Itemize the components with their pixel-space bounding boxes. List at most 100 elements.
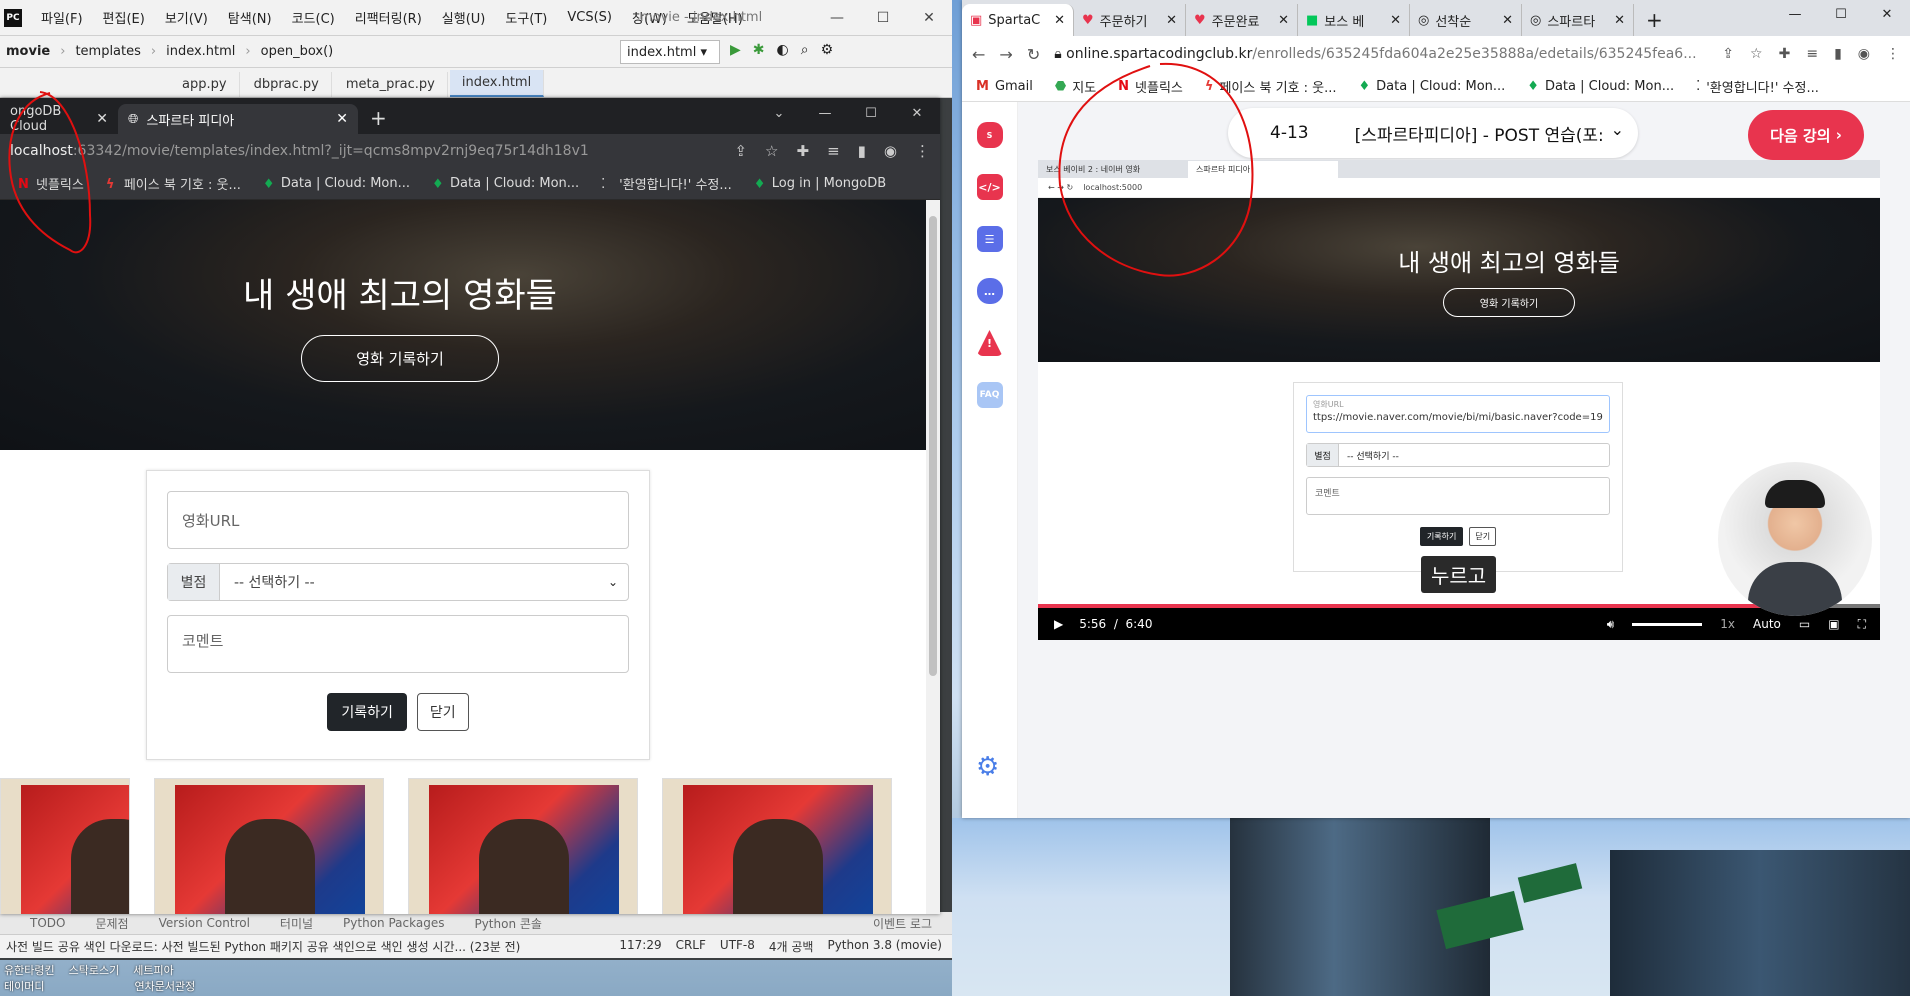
breadcrumb-folder[interactable]: templates xyxy=(75,44,140,59)
ide-menu-tools[interactable]: 도구(T) xyxy=(496,8,556,27)
chevron-down-icon[interactable]: ⌄ xyxy=(1611,120,1624,139)
address-url[interactable]: localhost:63342/movie/templates/index.ht… xyxy=(10,143,589,159)
gear-icon[interactable]: ⚙ xyxy=(821,42,834,58)
tool-todo[interactable]: TODO xyxy=(30,916,65,930)
next-lecture-button[interactable]: 다음 강의 › xyxy=(1748,110,1864,160)
breadcrumb-project[interactable]: movie xyxy=(6,44,50,59)
scrollbar-thumb[interactable] xyxy=(929,216,937,676)
right-tab-first-come[interactable]: ◎ 선착순 ✕ xyxy=(1410,4,1522,36)
ide-menu-file[interactable]: 파일(F) xyxy=(32,8,92,27)
status-interpreter[interactable]: Python 3.8 (movie) xyxy=(827,938,942,955)
ide-menu-code[interactable]: 코드(C) xyxy=(283,8,344,27)
bookmark-mongodb-login[interactable]: ♦ Log in | MongoDB xyxy=(754,176,886,192)
reload-icon[interactable]: ↻ xyxy=(1027,45,1040,64)
more-icon[interactable]: ⋮ xyxy=(1886,46,1900,62)
volume-icon[interactable]: 🔊︎ xyxy=(1607,617,1615,632)
pycharm-logo-icon[interactable]: PC xyxy=(4,8,22,27)
left-tab-mongodb[interactable]: ongoDB Cloud ✕ xyxy=(0,104,118,134)
bookmark-netflix[interactable]: N 넷플릭스 xyxy=(1118,77,1183,96)
breadcrumb-function[interactable]: open_box() xyxy=(261,44,334,59)
sidepanel-icon[interactable]: ▮ xyxy=(1834,46,1842,62)
maximize-icon[interactable]: ☐ xyxy=(1818,0,1864,28)
close-tab-icon[interactable]: ✕ xyxy=(1054,13,1065,28)
status-line-ending[interactable]: CRLF xyxy=(676,938,706,955)
status-encoding[interactable]: UTF-8 xyxy=(720,938,755,955)
ide-menu-navigate[interactable]: 탐색(N) xyxy=(219,8,281,27)
save-button[interactable]: 기록하기 xyxy=(327,693,407,731)
right-tab-spartapedia[interactable]: ◎ 스파르타 ✕ xyxy=(1522,4,1634,36)
movie-poster[interactable] xyxy=(662,778,892,914)
tool-problems[interactable]: 문제점 xyxy=(95,915,128,932)
status-indent[interactable]: 4개 공백 xyxy=(769,938,814,955)
volume-slider[interactable] xyxy=(1632,622,1703,626)
right-tab-order[interactable]: ♥ 주문하기 ✕ xyxy=(1074,4,1186,36)
reading-list-icon[interactable]: ≡ xyxy=(827,142,840,160)
tab-app-py[interactable]: app.py xyxy=(170,72,240,97)
star-icon[interactable]: ☆ xyxy=(1750,46,1763,62)
coverage-icon[interactable]: ◐ xyxy=(777,42,789,58)
new-tab-icon[interactable]: + xyxy=(358,106,399,134)
tab-index-html[interactable]: index.html xyxy=(449,70,545,97)
status-position[interactable]: 117:29 xyxy=(619,938,661,955)
profile-avatar[interactable]: ◉ xyxy=(884,142,897,160)
bookmark-gmail[interactable]: M Gmail xyxy=(976,79,1033,94)
forward-icon[interactable]: → xyxy=(999,45,1012,64)
movie-poster[interactable] xyxy=(154,778,384,914)
chat-icon[interactable]: … xyxy=(976,278,1003,304)
close-icon[interactable]: ✕ xyxy=(1864,0,1910,28)
tool-terminal[interactable]: 터미널 xyxy=(280,915,313,932)
document-icon[interactable]: ☰ xyxy=(976,226,1003,252)
right-tab-order-done[interactable]: ♥ 주문완료 ✕ xyxy=(1186,4,1298,36)
playback-speed[interactable]: 1x xyxy=(1720,617,1735,631)
bookmark-mongo-cloud-2[interactable]: ♦ Data | Cloud: Mon... xyxy=(432,176,579,192)
search-icon[interactable]: ⌕ xyxy=(801,42,809,58)
movie-poster[interactable] xyxy=(0,778,130,914)
bookmark-maps[interactable]: ⬣ 지도 xyxy=(1055,77,1096,96)
close-icon[interactable]: ✕ xyxy=(906,0,952,36)
status-message[interactable]: 사전 빌드 공유 색인 다운로드: 사전 빌드된 Python 패키지 공유 색… xyxy=(6,938,520,955)
close-tab-icon[interactable]: ✕ xyxy=(1166,13,1177,28)
bookmark-welcome[interactable]: ⁚ '환영합니다!' 수정... xyxy=(1696,77,1819,96)
play-icon[interactable]: ▶ xyxy=(1054,617,1063,631)
close-tab-icon[interactable]: ✕ xyxy=(1502,13,1513,28)
tab-meta-prac-py[interactable]: meta_prac.py xyxy=(334,72,448,97)
sidepanel-icon[interactable]: ▮ xyxy=(858,142,866,160)
subtitles-icon[interactable]: ▭ xyxy=(1799,617,1810,631)
ide-menu-run[interactable]: 실행(U) xyxy=(433,8,495,27)
breadcrumb-file[interactable]: index.html xyxy=(166,44,235,59)
chevron-down-icon[interactable]: ⌄ xyxy=(598,564,628,600)
bookmark-mongo-cloud-1[interactable]: ♦ Data | Cloud: Mon... xyxy=(263,176,410,192)
more-icon[interactable]: ⋮ xyxy=(915,142,930,160)
minimize-icon[interactable]: — xyxy=(1772,0,1818,28)
comment-textarea[interactable]: 코멘트 xyxy=(167,615,629,673)
debug-icon[interactable]: ✱ xyxy=(753,42,765,58)
fullscreen-icon[interactable]: ⛶ xyxy=(1858,617,1866,632)
ide-menu-view[interactable]: 보기(V) xyxy=(156,8,217,27)
close-tab-icon[interactable]: ✕ xyxy=(1278,13,1289,28)
star-select[interactable]: -- 선택하기 -- xyxy=(220,564,598,600)
minimize-icon[interactable]: — xyxy=(802,98,848,128)
bookmark-facebook-emoji[interactable]: ϟ 페이스 북 기호 : 웃... xyxy=(1205,77,1337,96)
maximize-icon[interactable]: ☐ xyxy=(848,98,894,128)
close-tab-icon[interactable]: ✕ xyxy=(96,111,108,127)
share-icon[interactable]: ⇪ xyxy=(1722,46,1734,62)
extensions-icon[interactable]: ✚ xyxy=(796,142,809,160)
maximize-icon[interactable]: ☐ xyxy=(860,0,906,36)
run-icon[interactable]: ▶ xyxy=(730,42,741,58)
right-tab-sparta[interactable]: ▣ SpartaC ✕ xyxy=(962,4,1074,36)
close-tab-icon[interactable]: ✕ xyxy=(336,111,348,127)
faq-icon[interactable]: FAQ xyxy=(976,382,1003,408)
bookmark-welcome[interactable]: ⁚ '환영합니다!' 수정... xyxy=(601,174,732,194)
extensions-icon[interactable]: ✚ xyxy=(1779,46,1791,62)
close-tab-icon[interactable]: ✕ xyxy=(1390,13,1401,28)
close-icon[interactable]: ✕ xyxy=(894,98,940,128)
close-tab-icon[interactable]: ✕ xyxy=(1614,13,1625,28)
sparta-logo-icon[interactable]: S xyxy=(976,122,1003,148)
warning-icon[interactable]: ! xyxy=(976,330,1003,356)
tool-console[interactable]: Python 콘솔 xyxy=(474,915,542,932)
right-tab-boss-baby[interactable]: ■ 보스 베 ✕ xyxy=(1298,4,1410,36)
movie-poster[interactable] xyxy=(408,778,638,914)
lecture-selector[interactable]: 4-13 [스파르타피디아] - POST 연습(포: ⌄ xyxy=(1228,108,1638,158)
ide-menu-refactor[interactable]: 리팩터링(R) xyxy=(346,8,431,27)
profile-avatar[interactable]: ◉ xyxy=(1858,46,1870,62)
